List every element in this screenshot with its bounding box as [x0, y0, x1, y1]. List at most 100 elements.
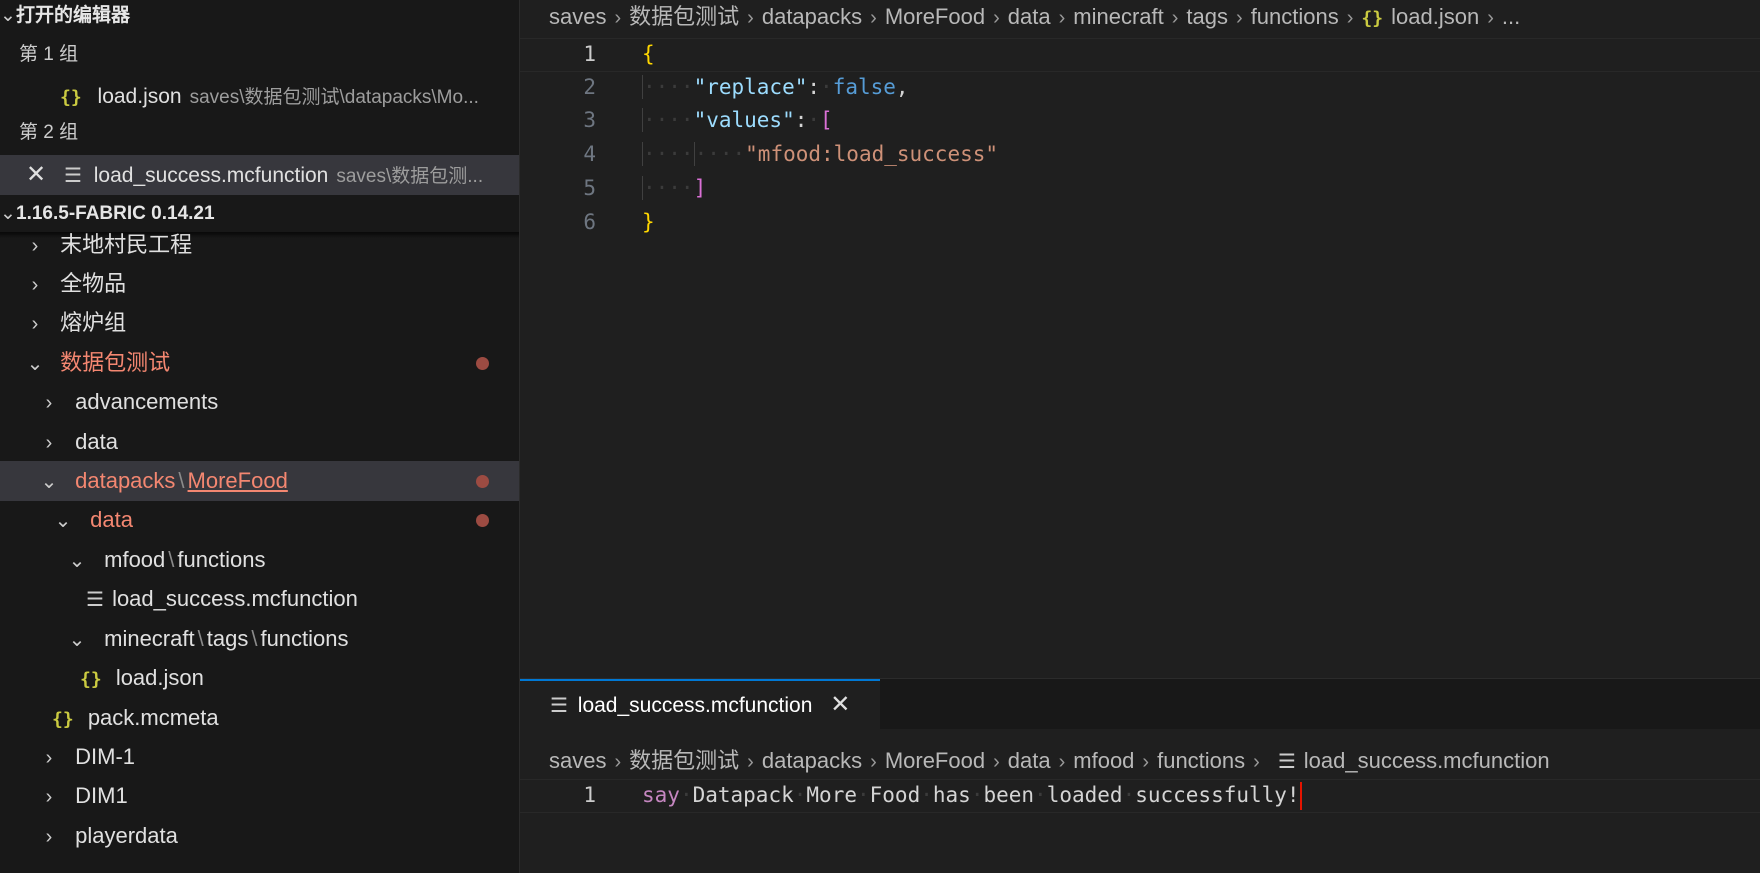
group-2-label: 第 2 组: [19, 122, 79, 143]
chevron-right-icon: ›: [747, 7, 754, 29]
modified-dot-icon: [476, 514, 489, 527]
chevron-down-icon: ⌄: [40, 471, 58, 493]
tree-folder-14[interactable]: › DIM-1: [0, 737, 519, 777]
group-1-label: 第 1 组: [19, 44, 79, 65]
code-line: say·Datapack·More·Food·has·been·loaded·s…: [642, 778, 1302, 812]
tree-folder-8[interactable]: ⌄ data: [0, 500, 519, 540]
open-editor-file-name: load.json: [97, 85, 182, 108]
open-editor-load-json[interactable]: {} load.json saves\数据包测试\datapacks\Mo...: [0, 77, 519, 117]
chevron-right-icon: ›: [870, 751, 877, 773]
tree-file-10[interactable]: ☰ load_success.mcfunction: [0, 579, 519, 619]
code-line: ········"mfood:load_success": [642, 142, 999, 166]
breadcrumb-item[interactable]: datapacks: [762, 4, 862, 29]
lines-icon: ☰: [1277, 751, 1296, 773]
chevron-right-icon: ›: [1253, 751, 1260, 773]
open-editors-header[interactable]: ⌄打开的编辑器: [0, 1, 130, 31]
lines-icon: ☰: [63, 165, 82, 187]
tree-folder-11[interactable]: ⌄ minecraft \ tags \ functions: [0, 619, 519, 659]
breadcrumb-item[interactable]: tags: [1186, 4, 1228, 29]
chevron-right-icon: ›: [1058, 751, 1066, 773]
breadcrumb-item[interactable]: data: [1008, 748, 1051, 773]
open-editor-load-success[interactable]: ✕ ☰ load_success.mcfunction saves\数据包测...: [0, 155, 519, 195]
chevron-down-icon: ⌄: [0, 5, 16, 26]
breadcrumb-item[interactable]: data: [1008, 4, 1051, 29]
tab-load-success[interactable]: ☰ load_success.mcfunction ✕: [520, 679, 880, 730]
breadcrumb-item[interactable]: datapacks: [762, 748, 862, 773]
breadcrumb: saves › 数据包测试 › datapacks › MoreFood › data › mine…: [549, 0, 1520, 34]
breadcrumb-item[interactable]: MoreFood: [885, 4, 985, 29]
editor-tab-bar: ☰ load_success.mcfunction ✕: [520, 678, 1760, 730]
tree-folder-15[interactable]: › DIM1: [0, 776, 519, 816]
line-number: 2: [583, 75, 596, 99]
current-line-highlight: [520, 38, 1760, 72]
chevron-down-icon: ⌄: [68, 629, 86, 651]
tree-folder-7[interactable]: ⌄ datapacks \ MoreFood: [0, 461, 519, 501]
tree-folder-partial[interactable]: ›: [0, 856, 519, 873]
line-number: 1: [583, 783, 596, 807]
chevron-right-icon: ›: [1346, 7, 1354, 29]
line-number: 3: [583, 108, 596, 132]
chevron-right-icon: ›: [614, 751, 622, 773]
breadcrumb-item[interactable]: load.json: [1391, 4, 1479, 29]
close-icon[interactable]: ✕: [830, 691, 850, 718]
chevron-right-icon: ›: [45, 392, 53, 414]
chevron-down-icon: ⌄: [68, 550, 86, 572]
breadcrumb-item[interactable]: minecraft: [1073, 4, 1163, 29]
json-braces-icon: {}: [60, 87, 82, 108]
chevron-right-icon: ›: [45, 826, 53, 848]
breadcrumb-item[interactable]: ...: [1502, 4, 1520, 29]
chevron-right-icon: ›: [993, 751, 1000, 773]
code-line: ····]: [642, 176, 707, 200]
close-icon[interactable]: ✕: [26, 161, 46, 188]
open-editor-file-path: saves\数据包测试\datapacks\Mo...: [189, 87, 479, 108]
chevron-right-icon: ›: [1142, 751, 1150, 773]
tree-folder-6[interactable]: › data: [0, 422, 519, 462]
lines-icon: ☰: [86, 589, 104, 611]
chevron-right-icon: ›: [1058, 7, 1066, 29]
breadcrumb-item[interactable]: 数据包测试: [629, 4, 739, 29]
breadcrumb-item[interactable]: saves: [549, 4, 606, 29]
chevron-down-icon: ⌄: [54, 510, 72, 532]
open-editor-file-name: load_success.mcfunction: [93, 164, 329, 187]
json-braces-icon: {}: [1361, 8, 1384, 29]
breadcrumb-item[interactable]: load_success.mcfunction: [1304, 748, 1550, 773]
chevron-down-icon: ⌄: [26, 353, 44, 375]
json-braces-icon: {}: [52, 709, 74, 730]
modified-dot-icon: [476, 475, 489, 488]
chevron-right-icon: ›: [1487, 7, 1494, 29]
breadcrumb-item[interactable]: mfood: [1073, 748, 1134, 773]
chevron-right-icon: ›: [45, 786, 53, 808]
tree-folder-4[interactable]: ⌄ 数据包测试: [0, 343, 519, 383]
breadcrumb-item[interactable]: MoreFood: [885, 748, 985, 773]
tree-folder-5[interactable]: › advancements: [0, 382, 519, 422]
code-line: ····"replace":·false,: [642, 75, 909, 99]
tree-file-12[interactable]: {} load.json: [0, 658, 519, 698]
line-number: 6: [583, 210, 596, 234]
tab-label: load_success.mcfunction: [577, 694, 813, 717]
tree-folder-1[interactable]: › 末地村民工程: [0, 225, 519, 265]
breadcrumb-item[interactable]: functions: [1251, 4, 1339, 29]
tree-folder-9[interactable]: ⌄ mfood \ functions: [0, 540, 519, 580]
chevron-right-icon: ›: [45, 432, 53, 454]
breadcrumb: saves › 数据包测试 › datapacks › MoreFood › data › mfoo…: [549, 744, 1550, 778]
breadcrumb-item[interactable]: 数据包测试: [629, 748, 739, 773]
breadcrumb-item[interactable]: functions: [1157, 748, 1245, 773]
chevron-right-icon: ›: [614, 7, 622, 29]
chevron-right-icon: ›: [31, 313, 39, 335]
explorer-sidebar: ⌄打开的编辑器 第 1 组 {} load.json saves\数据包测试\da…: [0, 0, 520, 873]
code-line: {: [642, 42, 655, 66]
breadcrumb-item[interactable]: saves: [549, 748, 606, 773]
json-braces-icon: {}: [80, 669, 102, 690]
tree-file-13[interactable]: {} pack.mcmeta: [0, 698, 519, 738]
chevron-right-icon: ›: [870, 7, 877, 29]
tree-folder-2[interactable]: › 全物品: [0, 264, 519, 304]
code-line: ····"values":·[: [642, 108, 833, 132]
chevron-right-icon: ›: [993, 7, 1000, 29]
tree-folder-3[interactable]: › 熔炉组: [0, 303, 519, 343]
code-line: }: [642, 210, 655, 234]
chevron-right-icon: ›: [747, 751, 754, 773]
tree-folder-16[interactable]: › playerdata: [0, 816, 519, 856]
chevron-right-icon: ›: [31, 274, 39, 296]
modified-dot-icon: [476, 357, 489, 370]
chevron-right-icon: ›: [38, 857, 60, 873]
